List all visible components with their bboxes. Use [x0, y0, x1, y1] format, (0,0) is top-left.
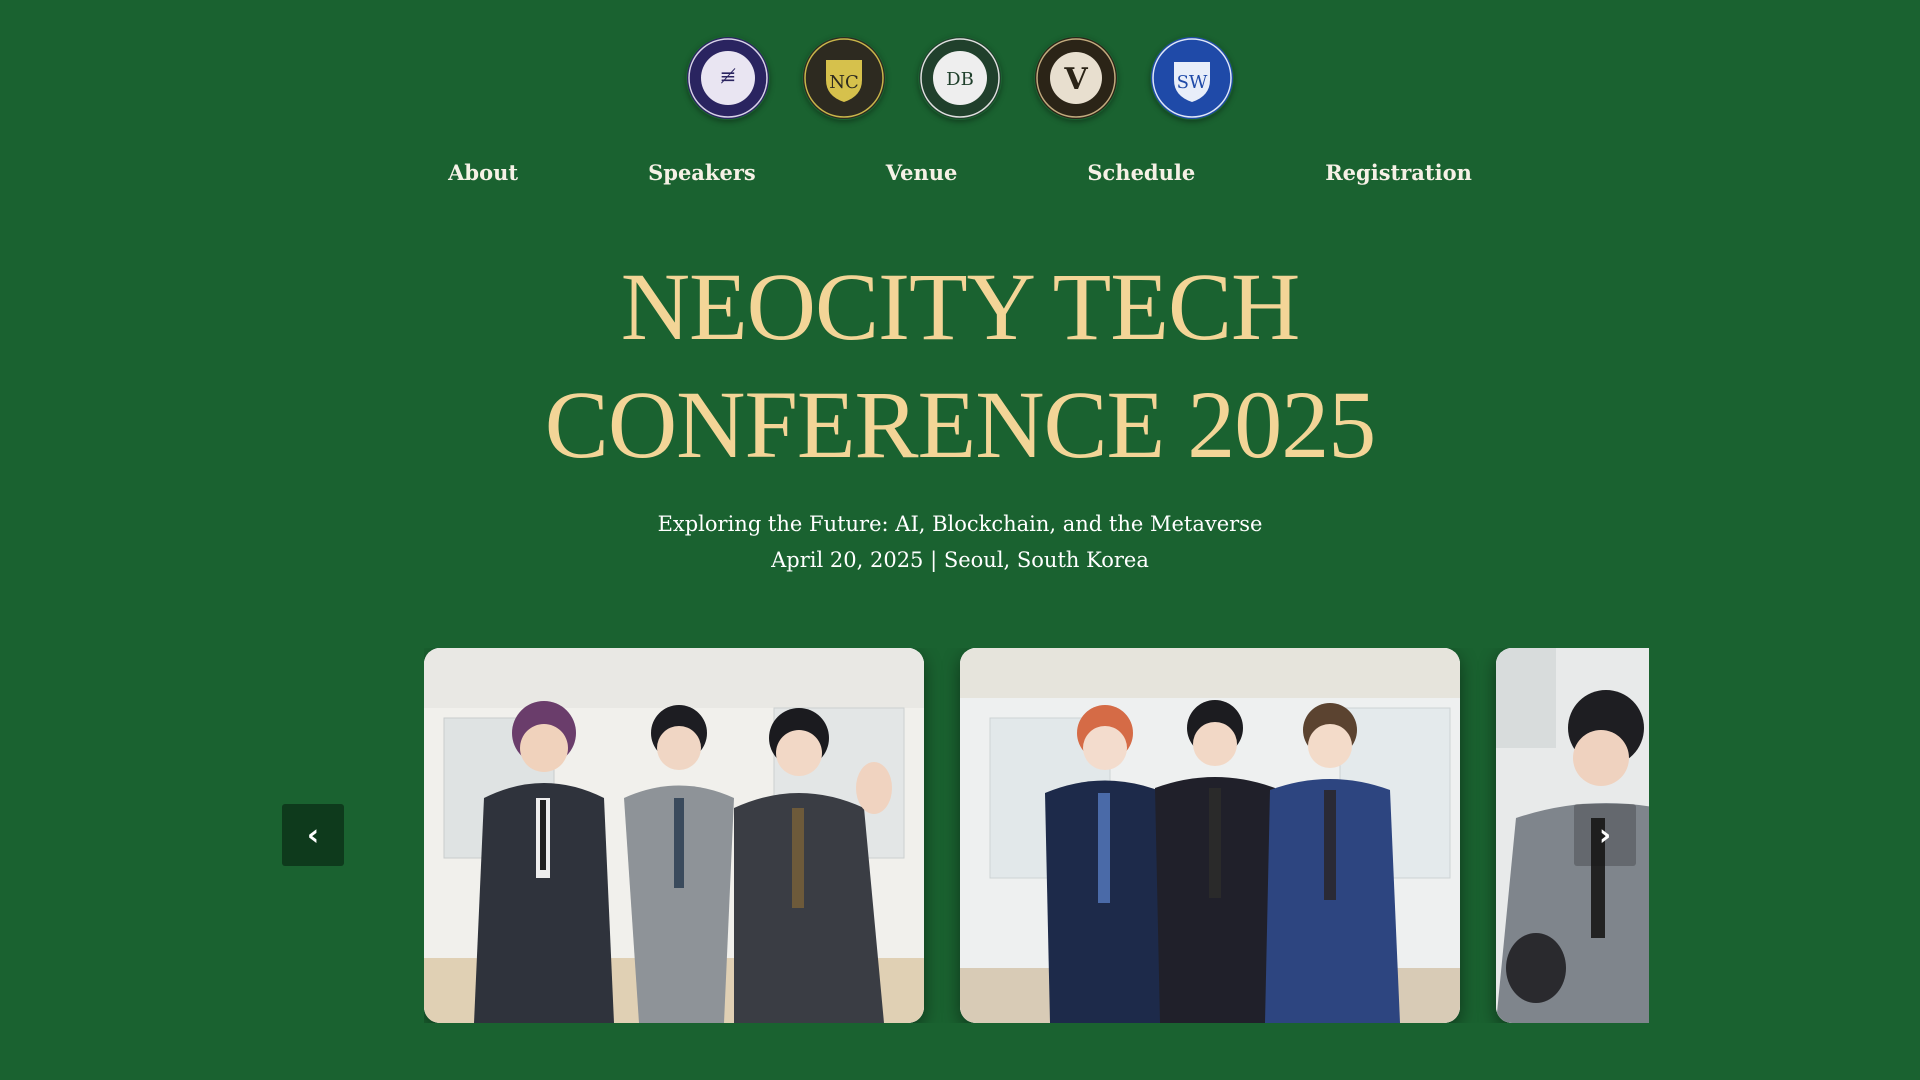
wayv-badge: V	[1034, 36, 1118, 120]
nav-about[interactable]: About	[448, 160, 518, 185]
svg-text:DB: DB	[946, 69, 974, 90]
group-photo-2	[960, 648, 1460, 1023]
hero-tagline: Exploring the Future: AI, Blockchain, an…	[657, 512, 1263, 536]
svg-text:V: V	[1063, 62, 1088, 97]
carousel-slide-2	[960, 648, 1460, 1023]
svg-text:NC: NC	[829, 72, 859, 93]
hero-title-line2: CONFERENCE 2025	[544, 371, 1376, 478]
hero-title: NEOCITY TECH CONFERENCE 2025	[0, 248, 1920, 484]
svg-text:SW: SW	[1177, 72, 1208, 93]
carousel-slide-1	[424, 648, 924, 1023]
main-nav: About Speakers Venue Schedule Registrati…	[0, 160, 1920, 185]
nav-speakers[interactable]: Speakers	[648, 160, 756, 185]
nct-127-badge: ≢	[686, 36, 770, 120]
badge-row: ≢ NC DB V SW	[0, 36, 1920, 120]
nct-u-badge: NC	[802, 36, 886, 120]
nav-schedule[interactable]: Schedule	[1087, 160, 1195, 185]
group-photo-1	[424, 648, 924, 1023]
hero-subtitle: Exploring the Future: AI, Blockchain, an…	[0, 506, 1920, 578]
nct-wish-badge: SW	[1150, 36, 1234, 120]
nav-venue[interactable]: Venue	[886, 160, 958, 185]
nct-dream-badge: DB	[918, 36, 1002, 120]
photo-carousel	[424, 648, 1649, 1023]
carousel-next-button[interactable]: ›	[1574, 804, 1636, 866]
svg-text:≢: ≢	[720, 64, 737, 88]
hero-title-line1: NEOCITY TECH	[620, 253, 1301, 360]
nav-registration[interactable]: Registration	[1325, 160, 1472, 185]
carousel-prev-button[interactable]: ‹	[282, 804, 344, 866]
hero-date-location: April 20, 2025 | Seoul, South Korea	[771, 548, 1149, 572]
